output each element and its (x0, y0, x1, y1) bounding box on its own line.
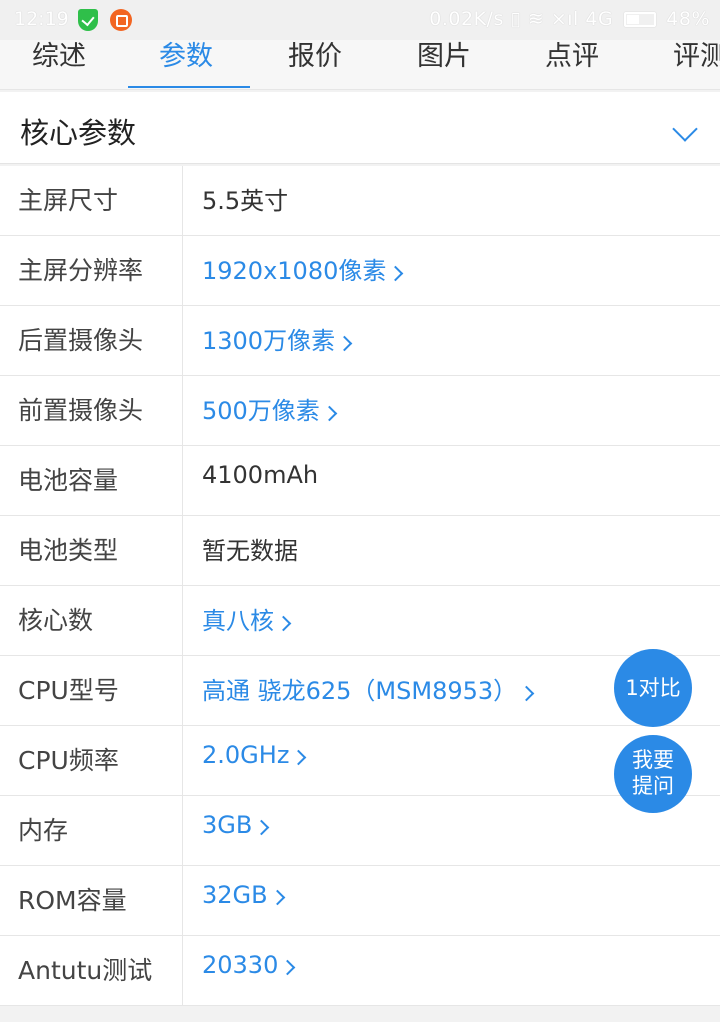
param-row-cpu-frequency[interactable]: CPU频率 2.0GHz (0, 726, 720, 796)
section-title: 核心参数 (20, 116, 137, 150)
column-divider (182, 446, 183, 516)
column-divider (182, 726, 183, 796)
column-divider (182, 236, 183, 306)
chevron-right-icon (275, 615, 292, 632)
status-time: 12:19 (14, 8, 69, 30)
chevron-right-icon (518, 685, 535, 702)
param-row-rear-camera[interactable]: 后置摄像头 1300万像素 (0, 306, 720, 376)
param-label: 前置摄像头 (18, 396, 144, 425)
param-label: 后置摄像头 (18, 326, 144, 355)
param-value-link[interactable]: 真八核 (202, 601, 292, 636)
param-label: 内存 (18, 816, 69, 845)
param-value-link[interactable]: 2.0GHz (202, 741, 307, 769)
param-value-link[interactable]: 1920x1080像素 (202, 251, 404, 286)
security-shield-icon (78, 9, 98, 31)
param-value-link[interactable]: 32GB (202, 881, 285, 909)
chevron-right-icon (388, 265, 404, 282)
column-divider (182, 516, 183, 586)
param-label: ROM容量 (18, 886, 127, 915)
param-row-battery-capacity: 电池容量 4100mAh (0, 446, 720, 516)
battery-icon (623, 12, 656, 27)
column-divider (182, 656, 183, 726)
chevron-right-icon (254, 819, 270, 836)
column-divider (182, 166, 183, 236)
param-row-resolution[interactable]: 主屏分辨率 1920x1080像素 (0, 236, 720, 306)
battery-percent: 48% (666, 8, 710, 30)
tab-reviews[interactable]: 点评 (545, 34, 599, 74)
param-value-link[interactable]: 高通 骁龙625（MSM8953） (202, 671, 535, 706)
network-signal-text: 0.02K/s ▯ ≋ ×ıl 4G (429, 8, 614, 30)
param-row-battery-type: 电池类型 暂无数据 (0, 516, 720, 586)
tab-params[interactable]: 参数 (159, 34, 213, 74)
param-label: 核心数 (18, 606, 94, 635)
param-value-link[interactable]: 20330 (202, 951, 296, 979)
ask-label-line2: 提问 (632, 774, 674, 798)
param-value: 暂无数据 (202, 537, 298, 565)
column-divider (182, 376, 183, 446)
param-value-link[interactable]: 1300万像素 (202, 321, 353, 356)
param-value: 5.5英寸 (202, 187, 289, 215)
tab-price[interactable]: 报价 (288, 34, 342, 74)
param-value-link[interactable]: 500万像素 (202, 391, 338, 426)
tab-photos[interactable]: 图片 (417, 34, 471, 74)
compare-button[interactable]: 1对比 (614, 649, 692, 727)
status-bar: 12:19 0.02K/s ▯ ≋ ×ıl 4G 48% (0, 0, 720, 40)
chevron-right-icon (336, 335, 353, 352)
ask-question-button[interactable]: 我要 提问 (614, 735, 692, 813)
column-divider (182, 586, 183, 656)
param-label: 主屏尺寸 (18, 186, 119, 215)
column-divider (182, 866, 183, 936)
status-right-indicators: 0.02K/s ▯ ≋ ×ıl 4G 48% (429, 8, 710, 30)
tab-overview[interactable]: 综述 (32, 34, 86, 74)
param-label: Antutu测试 (18, 956, 153, 985)
param-value: 4100mAh (202, 461, 319, 489)
param-label: CPU型号 (18, 676, 119, 705)
chevron-right-icon (280, 959, 296, 976)
active-tab-indicator (128, 86, 250, 88)
chevron-right-icon (321, 405, 338, 422)
param-label: 电池容量 (18, 466, 119, 495)
tab-evaluation[interactable]: 评测 (673, 34, 720, 74)
param-row-rom[interactable]: ROM容量 32GB (0, 866, 720, 936)
params-table: 主屏尺寸 5.5英寸 主屏分辨率 1920x1080像素 后置摄像头 1300万… (0, 166, 720, 1006)
param-row-antutu[interactable]: Antutu测试 20330 (0, 936, 720, 1006)
param-label: 电池类型 (18, 536, 119, 565)
param-value-link[interactable]: 3GB (202, 811, 270, 839)
app-notification-icon (110, 9, 132, 31)
param-label: CPU频率 (18, 746, 119, 775)
ask-label-line1: 我要 (632, 748, 674, 772)
column-divider (182, 796, 183, 866)
param-row-memory[interactable]: 内存 3GB (0, 796, 720, 866)
chevron-right-icon (269, 889, 285, 906)
param-row-cores[interactable]: 核心数 真八核 (0, 586, 720, 656)
param-row-front-camera[interactable]: 前置摄像头 500万像素 (0, 376, 720, 446)
param-label: 主屏分辨率 (18, 256, 144, 285)
core-params-header[interactable]: 核心参数 (0, 92, 720, 164)
column-divider (182, 936, 183, 1006)
column-divider (182, 306, 183, 376)
chevron-right-icon (291, 749, 307, 766)
param-row-screen-size: 主屏尺寸 5.5英寸 (0, 166, 720, 236)
param-row-cpu-model[interactable]: CPU型号 高通 骁龙625（MSM8953） (0, 656, 720, 726)
